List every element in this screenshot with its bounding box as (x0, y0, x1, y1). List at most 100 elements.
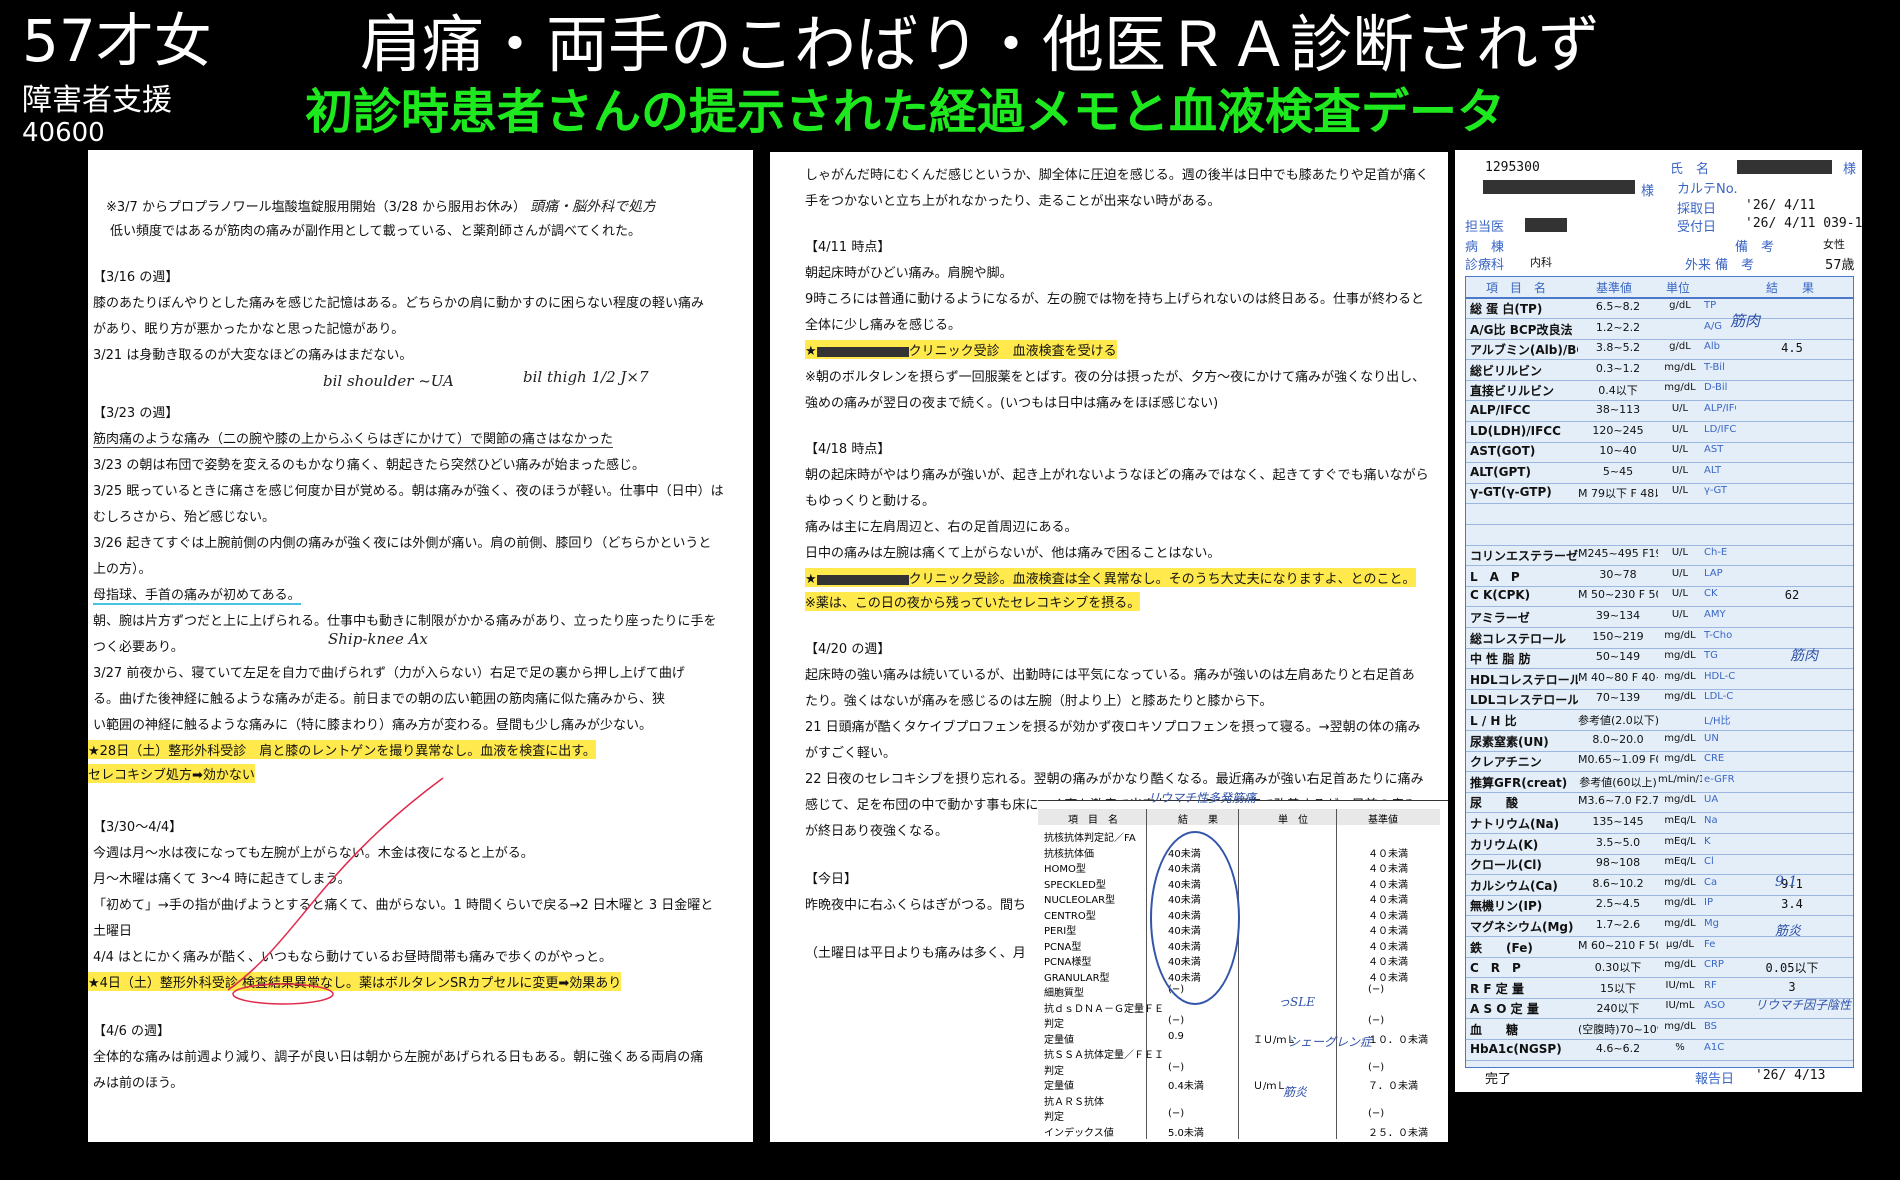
table-header: 項 目 名 基準値 単位 結 果 (1466, 277, 1853, 299)
cell-unit: % (1675, 1041, 1685, 1053)
lab-item-name: 抗核抗体判定記／FA (1044, 833, 1136, 844)
handwritten-note: 9.1 (1775, 874, 1798, 890)
page-subtitle: 初診時患者さんの提示された経過メモと血液検査データ (305, 84, 1506, 140)
collect-date: '26/ 4/11 (1745, 198, 1816, 213)
lab-item-name: PCNA様型 (1044, 957, 1092, 968)
lab-item-name: 判定 (1044, 1112, 1064, 1123)
honorific: 様 (1641, 184, 1655, 199)
cell-unit: mg/dL (1664, 732, 1696, 744)
table-row: クレアチニン M0.65~1.09 F0.46~0.82 mg/dL CRE (1466, 752, 1853, 773)
cell-item-name: HDLコレステロール (1470, 672, 1578, 687)
cell-code: D-Bil (1704, 382, 1728, 394)
cell-code: K (1704, 835, 1711, 847)
cell-reference: M0.65~1.09 F0.46~0.82 (1578, 753, 1658, 767)
cell-code: γ-GT (1704, 485, 1728, 497)
cell-item-name: 直接ビリルビン (1470, 384, 1555, 399)
cell-code: CK (1704, 588, 1718, 600)
redacted-field (1483, 180, 1635, 194)
cell-reference: 5~45 (1602, 464, 1634, 478)
cell-code: AMY (1704, 609, 1726, 620)
cell-code: Ch-E (1704, 547, 1728, 559)
cell-reference: 3.8~5.2 (1595, 341, 1641, 355)
handwritten-note: 筋肉 (1730, 312, 1761, 330)
cell-code: Cl (1704, 856, 1714, 868)
cell-result: 62 (1784, 588, 1800, 603)
cell-reference: 8.6~10.2 (1592, 876, 1644, 890)
memo-heading: 【4/11 時点】 (805, 240, 891, 255)
cell-reference: 120~245 (1592, 423, 1644, 437)
cell-item-name: LDLコレステロール (1470, 693, 1578, 708)
handwritten-note: リウマチ因子陰性 (1755, 998, 1852, 1012)
cell-unit: mg/dL (1664, 361, 1696, 373)
cell-code: UA (1704, 794, 1719, 806)
cell-code: AST (1704, 444, 1724, 456)
lab-item-unit: Ｕ/ｍＬ (1253, 1081, 1287, 1092)
cell-item-name: ナトリウム(Na) (1470, 817, 1560, 831)
cell-unit: μg/dL (1666, 938, 1694, 950)
memo-line: 朝起床時がひどい痛み。肩腕や脚。 (805, 266, 1013, 281)
cell-unit: U/L (1671, 609, 1689, 620)
lab-item-name: 抗ＡＲＳ抗体 (1044, 1096, 1104, 1108)
cell-result: 3.4 (1781, 897, 1803, 912)
redacted-doctor (1525, 218, 1567, 232)
table-row: 尿 酸 M3.6~7.0 F2.7~7.0 mg/dL UA (1466, 793, 1853, 814)
cell-unit: mg/dL (1664, 382, 1696, 394)
cell-code: Fe (1704, 938, 1716, 950)
lab-item-result: (−) (1168, 1015, 1185, 1026)
cell-reference: 150~219 (1592, 629, 1644, 643)
doctor-label: 担当医 (1465, 220, 1505, 235)
handwritten-note: 筋炎 (1283, 1085, 1308, 1099)
memo-line: たり。強くはないが痛みを感じるのは左腕（肘より上）と膝あたりと膝から下。 (805, 694, 1273, 709)
cell-reference: 70~139 (1595, 691, 1641, 705)
memo-line: 起床時の強い痛みは続いているが、出勤時には平気になっている。痛みが強いのは左肩あ… (805, 668, 1415, 683)
cell-code: ALP/IFCC (1704, 403, 1736, 414)
cell-reference: M 40~80 F 40~90 (1578, 670, 1658, 684)
table-row: 直接ビリルビン 0.4以下 mg/dL D-Bil (1466, 381, 1853, 402)
memo-line: がすごく軽い。 (805, 746, 897, 761)
lab-item-name: 抗ｄｓＤＮＡ－Ｇ定量ＦＥ (1044, 1003, 1164, 1015)
cell-unit: mg/dL (1664, 876, 1696, 888)
cell-reference: (空腹時)70~109 (1578, 1023, 1658, 1036)
memo-line: （土曜日は平日よりも痛みは多く、月 (805, 946, 1026, 961)
lab-item-name: 定量値 (1044, 1081, 1074, 1092)
cell-code: RF (1704, 979, 1717, 991)
dept: 内科 (1530, 256, 1552, 269)
table-row: 無機リン(IP) 2.5~4.5 mg/dL IP 3.4 (1466, 896, 1853, 917)
cell-code: LAP (1704, 567, 1723, 579)
table-row: ALP/IFCC 38~113 U/L ALP/IFCC (1466, 402, 1853, 422)
table-row: アルブミン(Alb)/BCP改良法 3.8~5.2 g/dL Alb 4.5 (1466, 340, 1853, 361)
cell-unit: U/L (1671, 588, 1689, 600)
report-date: '26/ 4/13 (1755, 1068, 1826, 1083)
patient-sex: 女性 (1823, 238, 1845, 251)
cell-reference: 1.7~2.6 (1595, 918, 1641, 931)
cell-result: 0.05以下 (1765, 961, 1819, 976)
cell-code: L/H比 (1704, 716, 1731, 727)
table-row: 鉄 (Fe) M 60~210 F 50~170 μg/dL Fe (1466, 938, 1853, 958)
table-row: 推算GFR(creat) 参考値(60以上)mL/min/1.73m²e-GFR (1466, 773, 1853, 793)
cell-code: HDL-C (1704, 670, 1736, 682)
lab-item-name: NUCLEOLAR型 (1044, 895, 1116, 906)
cell-item-name: アミラーゼ (1470, 611, 1530, 625)
lab-item-name: HOMO型 (1044, 864, 1086, 875)
cell-code: LDL-C (1704, 691, 1734, 703)
cell-code: CRE (1704, 753, 1725, 765)
lab-item-name: 定量値 (1044, 1034, 1074, 1046)
receive-date: '26/ 4/11 039-1561 (1745, 216, 1862, 231)
cell-item-name: マグネシウム(Mg) (1470, 920, 1574, 934)
lab-item-name: インデックス値 (1044, 1127, 1114, 1139)
memo-line: 21 日頭痛が酷くタケイブプロフェンを摂るが効かず夜ロキソプロフェンを摂って寝る… (805, 720, 1421, 735)
table-row: カリウム(K) 3.5~5.0 mEq/L K (1466, 835, 1853, 855)
memo-highlight: ★ クリニック受診。血液検査は全く異常なし。そのうち大丈夫になりますよ、とのこと。 (805, 568, 1416, 587)
memo-heading: 【今日】 (805, 872, 858, 887)
cell-code: ASO (1704, 1000, 1726, 1012)
cell-unit: U/L (1671, 567, 1689, 579)
lab-item-name: CENTRO型 (1044, 910, 1096, 922)
lab-item-name: GRANULAR型 (1044, 972, 1110, 984)
lab-item-name: 細胞質型 (1044, 988, 1084, 999)
cell-item-name: HbA1c(NGSP) (1470, 1041, 1562, 1056)
cell-item-name: ALT(GPT) (1470, 464, 1531, 479)
cell-reference: 10~40 (1599, 444, 1637, 458)
memo-line: 22 日夜のセレコキシブを摂り忘れる。翌朝の痛みがかなり酷くなる。最近痛みが強い… (805, 772, 1424, 787)
table-row: 総ビリルビン 0.3~1.2 mg/dL T-Bil (1466, 361, 1853, 381)
cell-code: Na (1704, 815, 1718, 826)
